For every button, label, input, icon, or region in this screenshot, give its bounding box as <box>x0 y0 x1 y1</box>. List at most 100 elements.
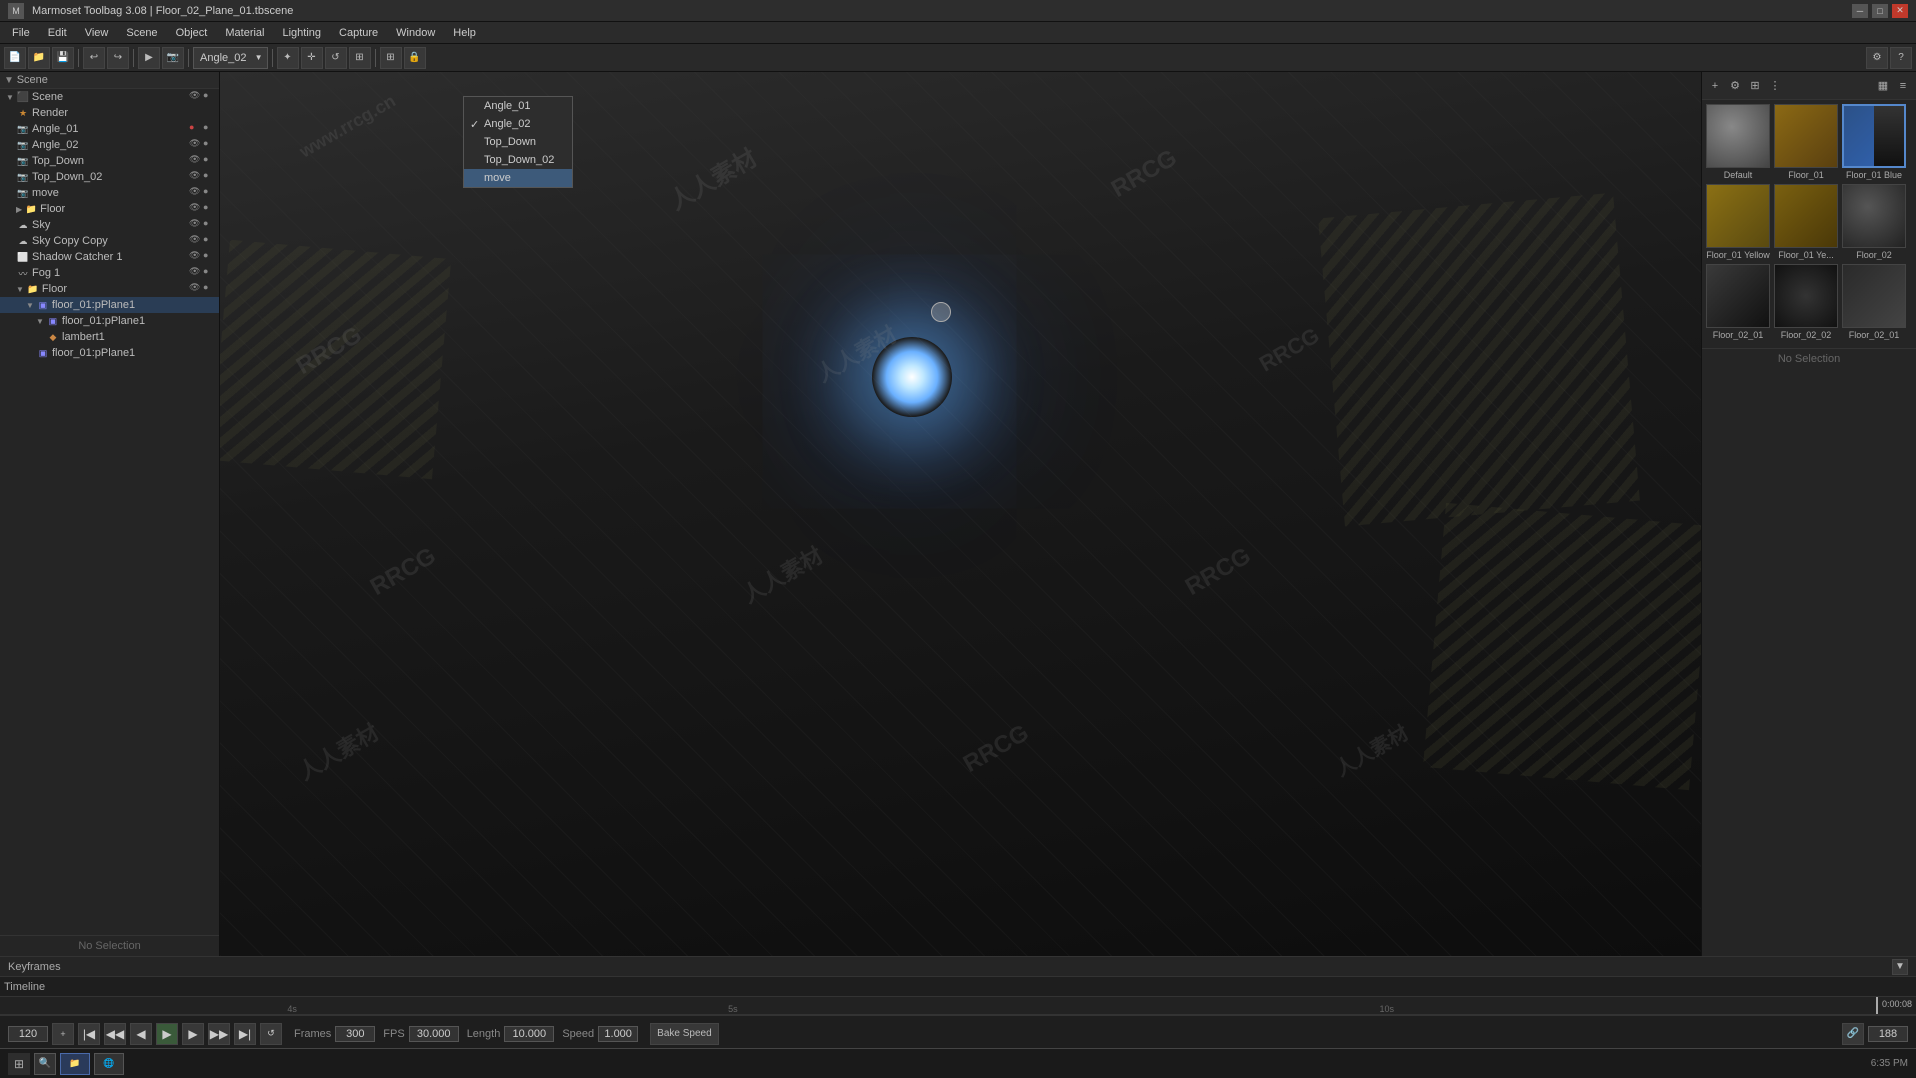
vis-btn-3[interactable]: 👁 <box>189 154 203 168</box>
dot-btn-5[interactable]: ● <box>203 186 217 200</box>
vis-btn-4[interactable]: 👁 <box>189 170 203 184</box>
menu-file[interactable]: File <box>4 25 38 41</box>
tree-angle01[interactable]: 📷 Angle_01 ● ● <box>0 121 219 137</box>
menu-view[interactable]: View <box>77 25 117 41</box>
loop-btn[interactable]: ↺ <box>260 1023 282 1045</box>
help-toolbar-button[interactable]: ? <box>1890 47 1912 69</box>
camera-dropdown-btn[interactable]: Angle_02 ▼ <box>193 47 268 69</box>
next-frame-btn[interactable]: ▶ <box>182 1023 204 1045</box>
material-add-btn[interactable]: + <box>1706 77 1724 95</box>
tree-topdown02[interactable]: 📷 Top_Down_02 👁 ● <box>0 169 219 185</box>
taskbar-explorer[interactable]: 📁 <box>60 1053 90 1075</box>
material-view-btn[interactable]: ⊞ <box>1746 77 1764 95</box>
dot-btn-1[interactable]: ● <box>203 122 217 136</box>
redo-button[interactable]: ↪ <box>107 47 129 69</box>
tree-scene[interactable]: ▼ ⬛ Scene 👁 ● <box>0 89 219 105</box>
cam-option-angle01[interactable]: Angle_01 <box>464 97 572 115</box>
vis-btn-2[interactable]: 👁 <box>189 138 203 152</box>
move-tool[interactable]: ✛ <box>301 47 323 69</box>
timeline-ruler[interactable]: 4s 5s 10s 0:00:08 <box>0 997 1916 1015</box>
dot-btn-8[interactable]: ● <box>203 234 217 248</box>
step-back-btn[interactable]: ◀◀ <box>104 1023 126 1045</box>
vis-icon[interactable]: 👁 <box>189 90 203 104</box>
capture-button[interactable]: 📷 <box>162 47 184 69</box>
menu-lighting[interactable]: Lighting <box>274 25 329 41</box>
mat-item-floor0202[interactable]: Floor_02_02 <box>1774 264 1838 340</box>
maximize-button[interactable]: □ <box>1872 4 1888 18</box>
cam-option-topdown[interactable]: Top_Down <box>464 133 572 151</box>
save-button[interactable]: 💾 <box>52 47 74 69</box>
frame-input[interactable] <box>8 1026 48 1042</box>
tree-plane1[interactable]: ▼ ▣ floor_01:pPlane1 <box>0 297 219 313</box>
dot-btn-2[interactable]: ● <box>203 138 217 152</box>
tree-floor-folder[interactable]: ▶ 📁 Floor 👁 ● <box>0 201 219 217</box>
tree-floor2[interactable]: ▼ 📁 Floor 👁 ● <box>0 281 219 297</box>
go-end-btn[interactable]: ▶| <box>234 1023 256 1045</box>
open-button[interactable]: 📁 <box>28 47 50 69</box>
tree-move[interactable]: 📷 move 👁 ● <box>0 185 219 201</box>
dot-btn-7[interactable]: ● <box>203 218 217 232</box>
prev-frame-btn[interactable]: ◀ <box>130 1023 152 1045</box>
close-button[interactable]: ✕ <box>1892 4 1908 18</box>
tree-sky-copy[interactable]: ☁ Sky Copy Copy 👁 ● <box>0 233 219 249</box>
vis-btn-8[interactable]: 👁 <box>189 234 203 248</box>
new-button[interactable]: 📄 <box>4 47 26 69</box>
fps-input[interactable] <box>409 1026 459 1042</box>
tree-shadow-catcher[interactable]: ⬜ Shadow Catcher 1 👁 ● <box>0 249 219 265</box>
vis-btn-7[interactable]: 👁 <box>189 218 203 232</box>
undo-button[interactable]: ↩ <box>83 47 105 69</box>
tree-lambert[interactable]: ◆ lambert1 <box>0 329 219 345</box>
mat-item-floor01yellow[interactable]: Floor_01 Yellow <box>1706 184 1770 260</box>
tree-topdown[interactable]: 📷 Top_Down 👁 ● <box>0 153 219 169</box>
link-btn[interactable]: 🔗 <box>1842 1023 1864 1045</box>
taskbar-browser[interactable]: 🌐 <box>94 1053 124 1075</box>
length-input[interactable] <box>504 1026 554 1042</box>
cam-option-move[interactable]: move <box>464 169 572 187</box>
dot-btn-9[interactable]: ● <box>203 250 217 264</box>
material-settings-btn[interactable]: ⚙ <box>1726 77 1744 95</box>
kf-collapse-btn[interactable]: ▼ <box>1892 959 1908 975</box>
minimize-button[interactable]: ─ <box>1852 4 1868 18</box>
menu-window[interactable]: Window <box>388 25 443 41</box>
tree-angle02[interactable]: 📷 Angle_02 👁 ● <box>0 137 219 153</box>
bake-speed-btn[interactable]: Bake Speed <box>650 1023 719 1045</box>
render-button[interactable]: ▶ <box>138 47 160 69</box>
select-tool[interactable]: ✦ <box>277 47 299 69</box>
frames-input[interactable] <box>335 1026 375 1042</box>
mat-item-floor01[interactable]: Floor_01 <box>1774 104 1838 180</box>
settings-button[interactable]: ⚙ <box>1866 47 1888 69</box>
vis-btn-9[interactable]: 👁 <box>189 250 203 264</box>
list-view-btn[interactable]: ≡ <box>1894 77 1912 95</box>
tree-plane1b[interactable]: ▼ ▣ floor_01:pPlane1 <box>0 313 219 329</box>
grid-button[interactable]: ⊞ <box>380 47 402 69</box>
tree-plane1c[interactable]: ▣ floor_01:pPlane1 <box>0 345 219 361</box>
mat-item-floor01ye[interactable]: Floor_01 Ye... <box>1774 184 1838 260</box>
rotate-tool[interactable]: ↺ <box>325 47 347 69</box>
speed-input[interactable] <box>598 1026 638 1042</box>
tree-fog[interactable]: 〰 Fog 1 👁 ● <box>0 265 219 281</box>
cam-option-topdown02[interactable]: Top_Down_02 <box>464 151 572 169</box>
mat-item-floor02[interactable]: Floor_02 <box>1842 184 1906 260</box>
vis-btn-5[interactable]: 👁 <box>189 186 203 200</box>
dot-btn-6[interactable]: ● <box>203 202 217 216</box>
vis-btn-6[interactable]: 👁 <box>189 202 203 216</box>
material-more-btn[interactable]: ⋮ <box>1766 77 1784 95</box>
playback-value-input[interactable] <box>1868 1026 1908 1042</box>
taskbar-search[interactable]: 🔍 <box>34 1053 56 1075</box>
start-button[interactable]: ⊞ <box>8 1053 30 1075</box>
menu-capture[interactable]: Capture <box>331 25 386 41</box>
menu-edit[interactable]: Edit <box>40 25 75 41</box>
play-btn[interactable]: ▶ <box>156 1023 178 1045</box>
dot-btn-10[interactable]: ● <box>203 266 217 280</box>
vis-btn-11[interactable]: 👁 <box>189 282 203 296</box>
tree-render[interactable]: ★ Render <box>0 105 219 121</box>
mat-item-floor01blue[interactable]: Floor_01 Blue <box>1842 104 1906 180</box>
grid-view-btn[interactable]: ▦ <box>1874 77 1892 95</box>
mat-item-floor0201[interactable]: Floor_02_01 <box>1706 264 1770 340</box>
viewport[interactable]: www.rrcg.cn 人人素材 RRCG RRCG 人人素材 RRCG RRC… <box>220 72 1701 956</box>
cam-option-angle02[interactable]: Angle_02 <box>464 115 572 133</box>
snap-button[interactable]: 🔒 <box>404 47 426 69</box>
dot-btn-11[interactable]: ● <box>203 282 217 296</box>
mat-item-floor0201b[interactable]: Floor_02_01 <box>1842 264 1906 340</box>
vis-btn-10[interactable]: 👁 <box>189 266 203 280</box>
